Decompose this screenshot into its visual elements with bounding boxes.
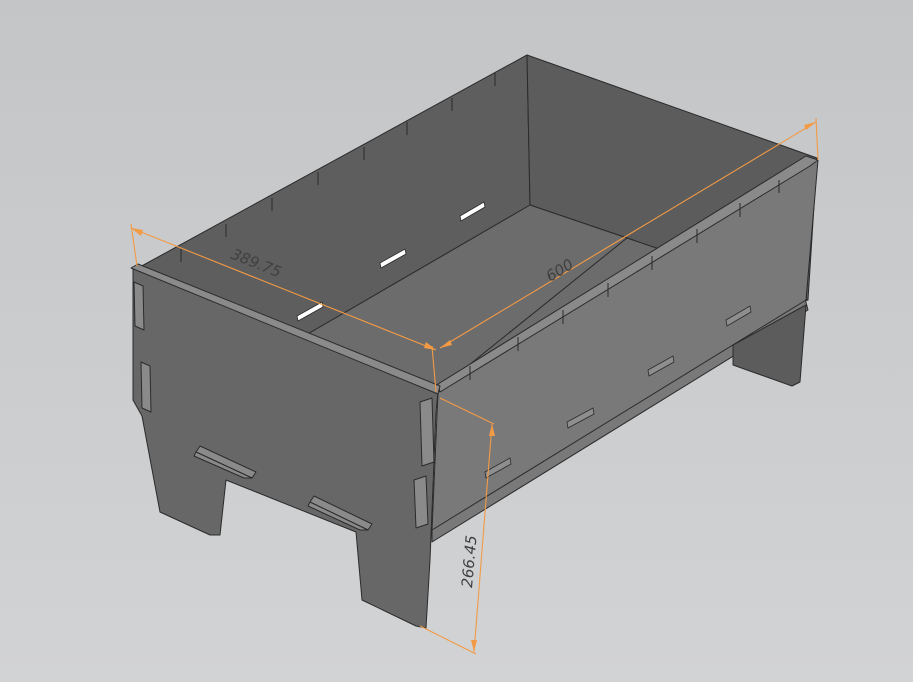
model-canvas[interactable]: 389.75 600 266.45 — [0, 0, 913, 682]
cad-viewport[interactable]: 389.75 600 266.45 — [0, 0, 913, 682]
